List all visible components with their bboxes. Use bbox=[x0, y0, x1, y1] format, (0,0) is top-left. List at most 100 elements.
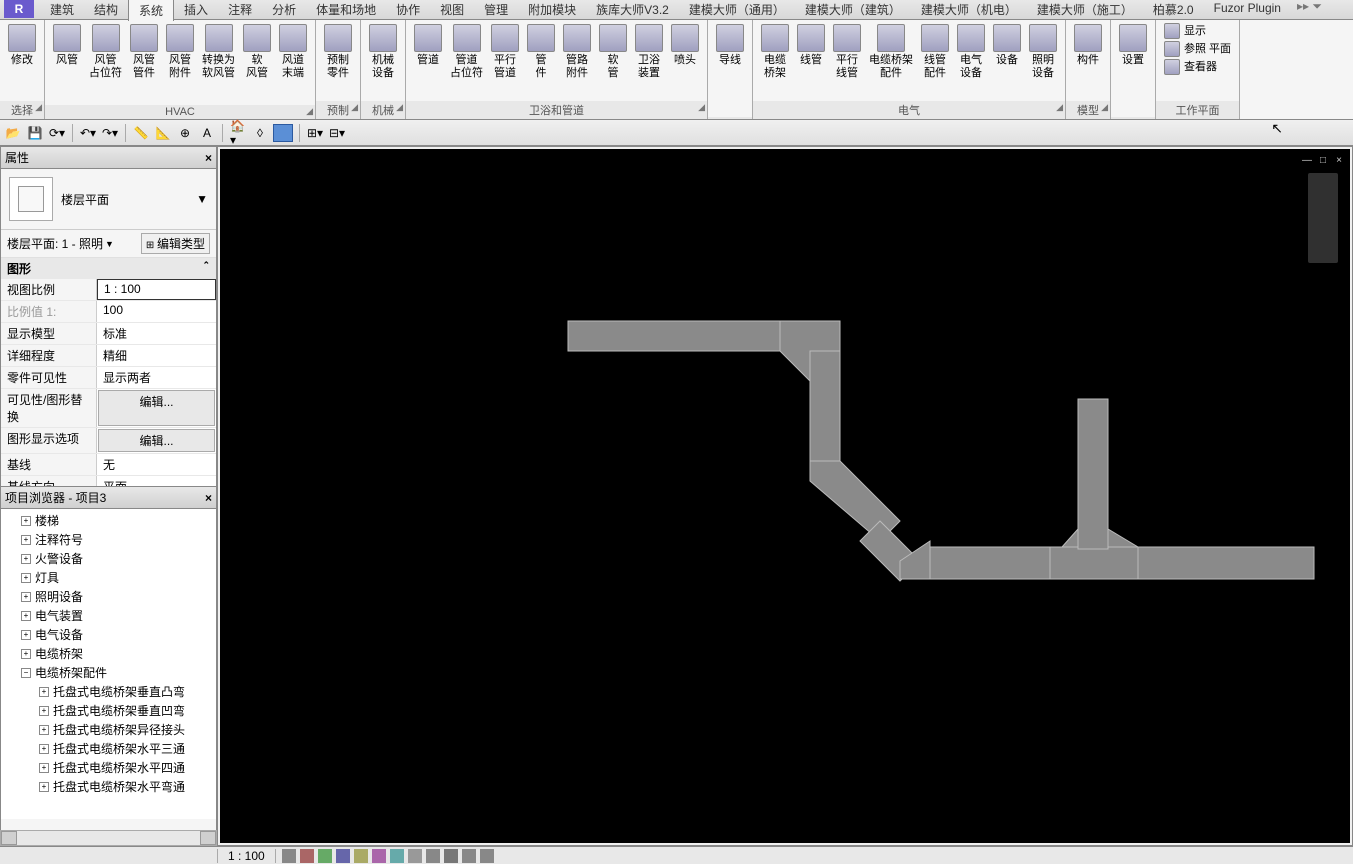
tree-item[interactable]: +火警设备 bbox=[3, 549, 214, 568]
tab-12[interactable]: 建模大师（通用） bbox=[679, 0, 795, 21]
tree-item[interactable]: +托盘式电缆桥架垂直凹弯 bbox=[3, 701, 214, 720]
ribbon-btn[interactable]: 管道 占位符 bbox=[446, 22, 487, 82]
ribbon-btn[interactable]: 导线 bbox=[712, 22, 748, 69]
ribbon-btn[interactable]: 修改 bbox=[4, 22, 40, 69]
tab-1[interactable]: 结构 bbox=[84, 0, 128, 21]
tree-item[interactable]: +托盘式电缆桥架水平三通 bbox=[3, 739, 214, 758]
ribbon-btn[interactable]: 管道 bbox=[410, 22, 446, 69]
expand-icon[interactable]: + bbox=[21, 592, 31, 602]
tab-7[interactable]: 协作 bbox=[386, 0, 430, 21]
undo-icon[interactable]: ↶▾ bbox=[79, 124, 97, 142]
tab-13[interactable]: 建模大师（建筑） bbox=[795, 0, 911, 21]
tab-6[interactable]: 体量和场地 bbox=[306, 0, 386, 21]
prop-value[interactable]: 显示两者 bbox=[97, 367, 216, 388]
tab-14[interactable]: 建模大师（机电） bbox=[911, 0, 1027, 21]
scroll-left-icon[interactable] bbox=[1, 831, 17, 845]
expand-icon[interactable]: + bbox=[39, 782, 49, 792]
prop-edit-button[interactable]: 编辑... bbox=[98, 429, 215, 452]
tab-17[interactable]: Fuzor Plugin bbox=[1204, 0, 1291, 21]
tab-16[interactable]: 柏慕2.0 bbox=[1143, 0, 1204, 21]
ribbon-btn[interactable]: 风管 占位符 bbox=[85, 22, 126, 82]
expand-icon[interactable]: − bbox=[21, 668, 31, 678]
prop-value[interactable]: 1 : 100 bbox=[97, 279, 216, 300]
browser-hscroll[interactable] bbox=[0, 830, 217, 846]
close-icon[interactable]: × bbox=[205, 151, 212, 165]
ribbon-btn-small[interactable]: 参照 平面 bbox=[1160, 40, 1235, 58]
view-canvas[interactable]: — □ × bbox=[220, 149, 1350, 843]
close-inactive-icon[interactable]: ⊞▾ bbox=[306, 124, 324, 142]
edit-type-button[interactable]: ⊞ 编辑类型 bbox=[141, 233, 210, 254]
prop-value[interactable]: 无 bbox=[97, 454, 216, 475]
tree-item[interactable]: +托盘式电缆桥架垂直凸弯 bbox=[3, 682, 214, 701]
expand-icon[interactable]: + bbox=[39, 687, 49, 697]
tree-item[interactable]: +托盘式电缆桥架水平四通 bbox=[3, 758, 214, 777]
ribbon-btn[interactable]: 构件 bbox=[1070, 22, 1106, 69]
3d-icon[interactable]: 🏠▾ bbox=[229, 124, 247, 142]
redo-icon[interactable]: ↷▾ bbox=[101, 124, 119, 142]
expand-icon[interactable]: + bbox=[21, 535, 31, 545]
ribbon-btn[interactable]: 软 风管 bbox=[239, 22, 275, 82]
collapse-icon[interactable]: ⌃ bbox=[202, 260, 210, 277]
tree-item[interactable]: +照明设备 bbox=[3, 587, 214, 606]
expand-icon[interactable]: + bbox=[21, 630, 31, 640]
tree-item[interactable]: +楼梯 bbox=[3, 511, 214, 530]
ribbon-btn[interactable]: 风道 末端 bbox=[275, 22, 311, 82]
sync-icon[interactable]: ⟳▾ bbox=[48, 124, 66, 142]
open-icon[interactable]: 📂 bbox=[4, 124, 22, 142]
prop-value[interactable]: 标准 bbox=[97, 323, 216, 344]
ribbon-btn[interactable]: 软 管 bbox=[595, 22, 631, 82]
tab-10[interactable]: 附加模块 bbox=[518, 0, 586, 21]
save-icon[interactable]: 💾 bbox=[26, 124, 44, 142]
ribbon-btn[interactable]: 平行 线管 bbox=[829, 22, 865, 82]
expand-icon[interactable]: + bbox=[21, 611, 31, 621]
ribbon-btn[interactable]: 风管 管件 bbox=[126, 22, 162, 82]
tree-item[interactable]: +注释符号 bbox=[3, 530, 214, 549]
switch-window-icon[interactable]: ⊟▾ bbox=[328, 124, 346, 142]
dialog-launcher-icon[interactable]: ◢ bbox=[396, 102, 403, 113]
tab-15[interactable]: 建模大师（施工） bbox=[1027, 0, 1143, 21]
align-icon[interactable]: 📐 bbox=[154, 124, 172, 142]
app-logo[interactable]: R bbox=[4, 0, 34, 18]
prop-value[interactable]: 精细 bbox=[97, 345, 216, 366]
thin-lines-toggle[interactable] bbox=[273, 124, 293, 142]
tab-2[interactable]: 系统 bbox=[128, 0, 174, 21]
ribbon-btn[interactable]: 喷头 bbox=[667, 22, 703, 69]
tab-3[interactable]: 插入 bbox=[174, 0, 218, 21]
tab-4[interactable]: 注释 bbox=[218, 0, 262, 21]
ribbon-btn[interactable]: 线管 配件 bbox=[917, 22, 953, 82]
ribbon-btn[interactable]: 转换为 软风管 bbox=[198, 22, 239, 82]
ribbon-btn[interactable]: 线管 bbox=[793, 22, 829, 69]
dialog-launcher-icon[interactable]: ◢ bbox=[698, 102, 705, 113]
tree-item[interactable]: +电气设备 bbox=[3, 625, 214, 644]
ribbon-btn[interactable]: 管 件 bbox=[523, 22, 559, 82]
ribbon-btn[interactable]: 电气 设备 bbox=[953, 22, 989, 82]
expand-icon[interactable]: + bbox=[21, 573, 31, 583]
ribbon-btn[interactable]: 电缆桥架 配件 bbox=[865, 22, 917, 82]
ribbon-btn[interactable]: 风管 bbox=[49, 22, 85, 69]
ribbon-btn[interactable]: 机械 设备 bbox=[365, 22, 401, 82]
ribbon-btn[interactable]: 电缆 桥架 bbox=[757, 22, 793, 82]
view-scale[interactable]: 1 : 100 bbox=[217, 849, 276, 863]
tree-item[interactable]: −电缆桥架配件 bbox=[3, 663, 214, 682]
tab-5[interactable]: 分析 bbox=[262, 0, 306, 21]
ribbon-btn[interactable]: 设置 bbox=[1115, 22, 1151, 69]
expand-icon[interactable]: + bbox=[39, 706, 49, 716]
dialog-launcher-icon[interactable]: ◢ bbox=[35, 102, 42, 113]
type-selector[interactable]: 楼层平面 ▼ bbox=[1, 169, 216, 230]
close-view-icon[interactable]: × bbox=[1332, 153, 1346, 167]
tree-item[interactable]: +灯具 bbox=[3, 568, 214, 587]
ribbon-btn[interactable]: 卫浴 装置 bbox=[631, 22, 667, 82]
dialog-launcher-icon[interactable]: ◢ bbox=[1056, 102, 1063, 113]
tree-item[interactable]: +电缆桥架 bbox=[3, 644, 214, 663]
dialog-launcher-icon[interactable]: ◢ bbox=[1101, 102, 1108, 113]
tab-0[interactable]: 建筑 bbox=[40, 0, 84, 21]
ribbon-btn[interactable]: 预制 零件 bbox=[320, 22, 356, 82]
ribbon-btn[interactable]: 设备 bbox=[989, 22, 1025, 69]
ribbon-btn-small[interactable]: 查看器 bbox=[1160, 58, 1235, 76]
tab-8[interactable]: 视图 bbox=[430, 0, 474, 21]
tree-item[interactable]: +电气装置 bbox=[3, 606, 214, 625]
tab-9[interactable]: 管理 bbox=[474, 0, 518, 21]
tree-item[interactable]: +托盘式电缆桥架水平弯通 bbox=[3, 777, 214, 796]
ribbon-btn[interactable]: 平行 管道 bbox=[487, 22, 523, 82]
expand-icon[interactable]: + bbox=[39, 763, 49, 773]
